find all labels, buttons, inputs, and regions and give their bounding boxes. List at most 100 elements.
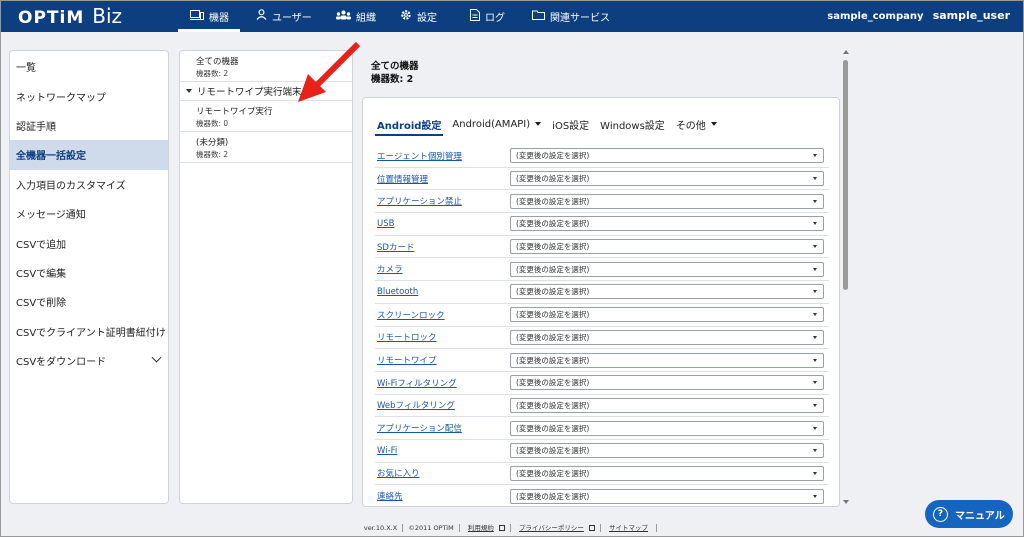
setting-select[interactable]: (変更後の設定を選択)	[510, 465, 824, 481]
setting-link[interactable]: Bluetooth	[377, 287, 418, 297]
organization-icon	[336, 10, 351, 23]
sitemap-link[interactable]: サイトマップ	[609, 524, 648, 532]
nav-logs[interactable]: ログ	[450, 0, 514, 32]
setting-select[interactable]: (変更後の設定を選択)	[510, 443, 824, 459]
sidebar-item-csv-add[interactable]: CSVで追加	[10, 228, 168, 257]
setting-select[interactable]: (変更後の設定を選択)	[510, 261, 824, 277]
sidebar-item-label: ネットワークマップ	[16, 92, 106, 104]
external-link-icon	[498, 525, 505, 531]
tab-other[interactable]: その他	[674, 112, 719, 136]
nav-users[interactable]: ユーザー	[240, 0, 320, 32]
tab-windows[interactable]: Windows設定	[598, 112, 667, 136]
sidebar-item-customize-fields[interactable]: 入力項目のカスタマイズ	[10, 170, 168, 199]
setting-link[interactable]: SDカード	[377, 241, 414, 253]
setting-link[interactable]: 連絡先	[377, 490, 403, 502]
setting-row: アプリケーション禁止 (変更後の設定を選択)	[375, 190, 829, 214]
privacy-link[interactable]: プライバシーポリシー	[519, 524, 584, 532]
divider	[656, 524, 658, 532]
tab-label: iOS設定	[552, 120, 590, 132]
account-menu[interactable]: sample_company sample_user	[827, 9, 1010, 22]
sidebar-item-label: CSVをダウンロード	[16, 357, 107, 369]
setting-link[interactable]: スクリーンロック	[377, 309, 445, 321]
setting-select[interactable]: (変更後の設定を選択)	[510, 329, 824, 345]
logo-product: Biz	[92, 4, 123, 28]
scroll-thumb[interactable]	[843, 60, 848, 290]
group-section-label: リモートワイプ実行端末	[197, 87, 302, 98]
nav-settings[interactable]: 設定	[384, 0, 450, 32]
setting-row: Webフィルタリング (変更後の設定を選択)	[375, 395, 829, 418]
setting-link[interactable]: アプリケーション配信	[377, 422, 462, 434]
setting-link[interactable]: お気に入り	[377, 467, 420, 479]
sidebar-item-auth-procedure[interactable]: 認証手順	[10, 111, 168, 140]
setting-link[interactable]: アプリケーション禁止	[377, 195, 462, 207]
device-sidebar: 一覧 ネットワークマップ 認証手順 全機器一括設定 入力項目のカスタマイズ メッ…	[9, 50, 169, 504]
setting-link[interactable]: Webフィルタリング	[377, 399, 455, 411]
setting-link[interactable]: リモートワイプ	[377, 354, 437, 366]
settings-list: エージェント個別管理 (変更後の設定を選択) 位置情報管理 (変更後の設定を選択) …	[375, 145, 829, 506]
tab-android-amapi[interactable]: Android(AMAPI)	[450, 112, 543, 136]
setting-row: エージェント個別管理 (変更後の設定を選択)	[375, 145, 829, 168]
terms-link[interactable]: 利用規約	[468, 524, 494, 532]
sidebar-item-csv-client-cert[interactable]: CSVでクライアント証明書紐付け	[10, 317, 168, 346]
group-unclassified[interactable]: (未分類) 機器数: 2	[180, 132, 352, 163]
caret-down-icon	[813, 313, 817, 317]
select-value: (変更後の設定を選択)	[516, 468, 590, 478]
setting-link[interactable]: Wi-Fiフィルタリング	[377, 377, 457, 389]
sidebar-item-list[interactable]: 一覧	[10, 52, 168, 81]
page-scrollbar[interactable]	[842, 50, 850, 504]
setting-select[interactable]: (変更後の設定を選択)	[510, 216, 824, 232]
setting-link[interactable]: Wi-Fi	[377, 446, 397, 456]
setting-select[interactable]: (変更後の設定を選択)	[510, 397, 824, 413]
logo-brand: OPTiM	[18, 8, 85, 28]
group-count: 機器数: 2	[196, 150, 229, 159]
caret-down-icon	[813, 358, 817, 362]
setting-link[interactable]: USB	[377, 219, 394, 229]
page-title-text: 全ての機器	[371, 61, 419, 72]
setting-select[interactable]: (変更後の設定を選択)	[510, 307, 824, 323]
sidebar-item-network-map[interactable]: ネットワークマップ	[10, 81, 168, 110]
optim-biz-logo[interactable]: OPTiM Biz	[18, 4, 122, 28]
caret-down-icon	[813, 426, 817, 430]
select-value: (変更後の設定を選択)	[516, 264, 590, 274]
sidebar-item-csv-edit[interactable]: CSVで編集	[10, 258, 168, 287]
user-icon	[256, 9, 267, 23]
setting-select[interactable]: (変更後の設定を選択)	[510, 193, 824, 209]
folder-icon	[532, 10, 545, 23]
setting-row: リモートロック (変更後の設定を選択)	[375, 327, 829, 350]
setting-select[interactable]: (変更後の設定を選択)	[510, 171, 824, 187]
setting-select[interactable]: (変更後の設定を選択)	[510, 420, 824, 436]
setting-link[interactable]: リモートロック	[377, 331, 437, 343]
nav-related-services[interactable]: 関連サービス	[514, 0, 624, 32]
help-icon: ?	[933, 506, 948, 522]
divider	[509, 524, 511, 532]
nav-devices[interactable]: 機器	[178, 0, 240, 32]
setting-link[interactable]: エージェント個別管理	[377, 150, 462, 162]
setting-select[interactable]: (変更後の設定を選択)	[510, 239, 824, 255]
setting-link[interactable]: カメラ	[377, 263, 403, 275]
caret-down-icon	[813, 471, 817, 475]
setting-select[interactable]: (変更後の設定を選択)	[510, 375, 824, 391]
manual-button[interactable]: ? マニュアル	[925, 500, 1013, 528]
setting-select[interactable]: (変更後の設定を選択)	[510, 488, 824, 504]
scroll-up-icon[interactable]	[843, 50, 849, 54]
divider	[402, 524, 404, 532]
sidebar-item-csv-download[interactable]: CSVをダウンロード	[10, 346, 168, 375]
setting-select[interactable]: (変更後の設定を選択)	[510, 284, 824, 300]
group-count: 機器数: 0	[196, 119, 229, 128]
setting-link[interactable]: 位置情報管理	[377, 173, 428, 185]
select-value: (変更後の設定を選択)	[516, 174, 590, 184]
nav-organization[interactable]: 組織	[320, 0, 384, 32]
setting-select[interactable]: (変更後の設定を選択)	[510, 352, 824, 368]
sidebar-item-label: CSVで追加	[16, 239, 67, 251]
log-icon	[470, 8, 480, 24]
sidebar-item-message-notify[interactable]: メッセージ通知	[10, 199, 168, 228]
sidebar-item-bulk-settings[interactable]: 全機器一括設定	[10, 140, 168, 170]
nav-related-services-label: 関連サービス	[550, 12, 610, 24]
tab-android[interactable]: Android設定	[375, 112, 444, 136]
tab-ios[interactable]: iOS設定	[550, 112, 591, 136]
setting-select[interactable]: (変更後の設定を選択)	[510, 148, 824, 164]
page-title: 全ての機器 機器数: 2	[371, 60, 419, 86]
scroll-down-icon[interactable]	[843, 500, 849, 504]
sidebar-item-csv-delete[interactable]: CSVで削除	[10, 287, 168, 316]
caret-down-icon	[813, 335, 817, 339]
